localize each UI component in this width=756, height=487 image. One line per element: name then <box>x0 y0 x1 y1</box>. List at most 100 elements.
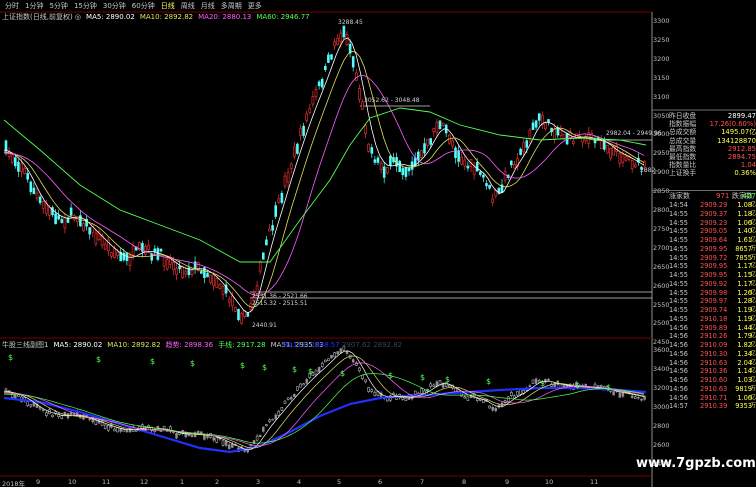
up-candle <box>503 171 507 181</box>
quote-row: 最高指数 2912.85 <box>652 145 756 153</box>
ind-candle <box>351 359 355 363</box>
signal-marker: $ <box>340 369 345 378</box>
date-tick-label: 12 <box>140 478 149 486</box>
date-tick-label: 11 <box>102 478 111 486</box>
tick-price: 2909.98 <box>700 288 728 297</box>
ind-candle <box>634 396 637 399</box>
tick-time: 14:56 <box>669 341 689 349</box>
tick-unit: 亿 <box>750 368 756 375</box>
tick-time: 14:55 <box>669 279 689 288</box>
ind-candle <box>283 400 287 404</box>
down-candle <box>178 265 181 270</box>
up-candle <box>553 128 557 140</box>
date-tick-label: 1 <box>180 478 185 486</box>
up-candle <box>110 252 113 257</box>
down-candle <box>519 148 522 155</box>
up-candle <box>116 251 119 256</box>
signal-marker: $ <box>96 355 101 364</box>
ind-candle <box>305 379 308 384</box>
down-candle <box>4 140 8 152</box>
tick-time: 14:55 <box>669 218 689 227</box>
ind-candle <box>488 405 491 409</box>
kline-chart[interactable]: $ $ $ $ $ $ $ $ $ $ $ $ $ $ $ $ <box>0 0 756 487</box>
ind-candle <box>60 415 64 419</box>
tick-time: 14:55 <box>669 227 689 236</box>
down-candle <box>429 138 433 145</box>
up-candle <box>299 127 302 136</box>
ind-ma5-label: MA5: 2890.02 <box>53 341 103 349</box>
tick-row: 14:56 2910.60 1.03 亿 <box>652 376 756 385</box>
tick-row: 14:55 2909.64 1.61 亿 <box>652 236 756 245</box>
tick-time: 14:56 <box>669 376 689 384</box>
up-candle <box>522 142 526 153</box>
up-candle <box>571 140 575 144</box>
tick-unit: 亿 <box>750 315 756 322</box>
up-candle <box>240 313 243 324</box>
ind-candle <box>618 392 622 398</box>
quote-value: 2912.85 <box>727 144 756 153</box>
tick-price: 2909.92 <box>700 279 728 288</box>
ind-extra-3: 2892.82 <box>373 341 403 349</box>
quote-value: 0.36% <box>734 169 756 178</box>
ind-candle <box>330 354 333 359</box>
tick-row: 14:55 2909.95 1.17 亿 <box>652 262 756 271</box>
up-candle <box>144 246 147 255</box>
ind-candle <box>262 426 265 432</box>
tick-time: 14:55 <box>669 271 689 279</box>
down-candle <box>17 161 20 172</box>
up-candle <box>305 113 309 121</box>
ind-candle <box>26 401 29 406</box>
ind-candle <box>51 414 54 417</box>
up-candle <box>460 156 464 165</box>
ind-candle <box>274 414 277 420</box>
tick-time: 14:55 <box>669 297 689 306</box>
ind-candle <box>94 419 98 425</box>
tick-time: 14:55 <box>669 314 689 323</box>
date-tick-label: 9 <box>505 478 510 486</box>
up-candle <box>172 261 175 271</box>
down-candle <box>261 252 265 260</box>
up-candle <box>364 125 367 134</box>
down-candle <box>156 248 160 260</box>
signal-marker: $ <box>445 375 450 384</box>
up-candle <box>91 223 95 233</box>
signal-marker: $ <box>262 363 267 372</box>
tick-time: 14:55 <box>669 209 689 218</box>
signal-marker: $ <box>308 367 313 376</box>
quote-value: 1.04 <box>740 161 756 170</box>
tick-time: 14:55 <box>669 306 689 314</box>
up-count: 971 <box>716 192 730 200</box>
ind-candle <box>246 449 250 453</box>
down-candle <box>200 271 203 274</box>
up-candle <box>630 160 634 169</box>
signal-marker: $ <box>486 377 491 386</box>
ma10-line <box>3 50 645 308</box>
quote-label: 最高指数 <box>669 144 697 153</box>
indicator-name[interactable]: 牛股三线副图1 <box>2 340 48 351</box>
tick-unit: 亿 <box>750 219 756 226</box>
ind-candle <box>29 404 33 407</box>
up-candle <box>472 166 476 175</box>
tick-unit: 亿 <box>750 324 756 331</box>
ind-candle <box>466 396 470 401</box>
ind-candle <box>373 391 377 396</box>
up-candle <box>624 156 628 161</box>
ind-candle <box>212 437 215 441</box>
up-candle <box>227 298 231 303</box>
up-candle <box>621 153 625 164</box>
ind-candle <box>482 399 485 403</box>
ind-candle <box>302 383 305 386</box>
signal-marker: $ <box>292 365 297 374</box>
tick-row: 14:55 2910.18 1.19 亿 <box>652 315 756 324</box>
tick-price: 2910.09 <box>700 341 728 349</box>
up-candle <box>268 228 271 232</box>
date-tick-label: 5 <box>337 478 342 486</box>
up-candle <box>215 278 219 288</box>
up-candle <box>314 89 318 98</box>
tick-price: 2910.30 <box>700 349 728 358</box>
tick-list[interactable]: 14:54 2909.29 1.08 亿 14:55 2909.37 1.18 亿 14:55 2… <box>652 201 756 411</box>
up-count-label: 涨家数 <box>669 192 690 200</box>
ind-ma10-label: MA10: 2892.82 <box>107 341 161 349</box>
tick-time: 14:56 <box>669 358 689 367</box>
up-candle <box>336 37 340 46</box>
